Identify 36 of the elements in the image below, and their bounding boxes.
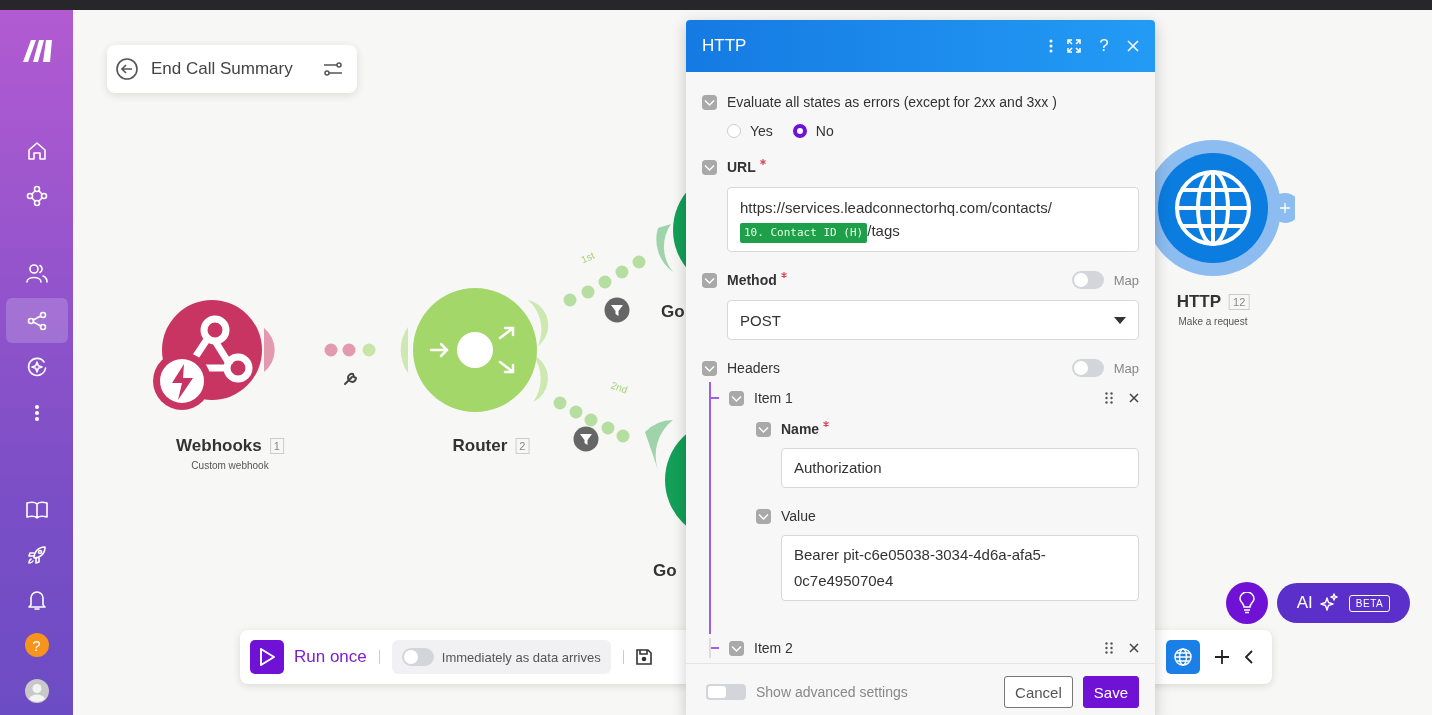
module-name: HTTP — [1176, 292, 1222, 312]
module-number: 1 — [269, 438, 284, 454]
save-button[interactable]: Save — [1082, 676, 1139, 708]
radio-option[interactable]: No — [792, 123, 834, 139]
module-action: Make a request — [1178, 316, 1248, 327]
module-name: Router — [452, 436, 508, 456]
item-label: Item 2 — [754, 640, 793, 656]
field-label: Value — [781, 508, 816, 524]
route-label: 1st — [579, 249, 597, 266]
module-number: 2 — [515, 438, 530, 454]
advanced-settings-label: Show advanced settings — [756, 684, 908, 700]
cancel-button[interactable]: Cancel — [1004, 676, 1073, 708]
module-name: Webhooks — [176, 436, 262, 456]
text-field[interactable]: Authorization — [781, 448, 1139, 488]
text-field[interactable]: Bearer pit-c6e05038-3034-4d6a-afa5-0c7e495070e4 — [781, 535, 1139, 601]
module-name: Go — [661, 302, 685, 322]
module-action: Custom webhook — [191, 460, 269, 471]
schedule-label: Immediately as data arrives — [441, 649, 601, 665]
method-select[interactable]: POST — [727, 300, 1139, 340]
field-label: Headers — [727, 360, 780, 376]
module-number: 12 — [1229, 294, 1250, 310]
field-label: URL — [727, 159, 756, 175]
radio-option[interactable]: Yes — [727, 123, 773, 139]
field-label: Evaluate all states as errors (except for 2xx and 3xx ) — [727, 94, 1057, 110]
field-label: Name — [781, 421, 820, 437]
dialog-title: HTTP — [702, 36, 748, 56]
field-label: Method — [727, 272, 777, 288]
map-label: Map — [1113, 360, 1139, 376]
ai-assistant-button[interactable]: AI BETA — [1277, 583, 1410, 623]
item-label: Item 1 — [754, 390, 793, 406]
scenario-title[interactable]: End Call Summary — [151, 59, 311, 79]
route-label: 2nd — [609, 379, 630, 396]
run-once-button[interactable]: Run once — [250, 640, 367, 674]
url-field[interactable]: https://services.leadconnectorhq.com/contacts/ 10. Contact ID (H) /tags — [727, 187, 1139, 252]
module-name: Go — [653, 561, 677, 581]
map-label: Map — [1113, 272, 1139, 288]
